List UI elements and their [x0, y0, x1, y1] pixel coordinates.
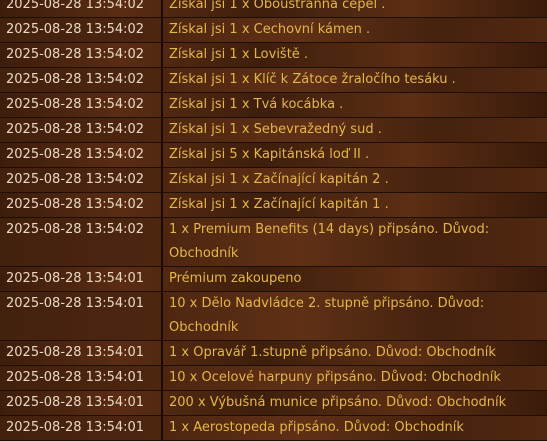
log-row-time: 2025-08-28 13:54:01 — [0, 267, 163, 291]
log-row-message: 10 x Ocelové harpuny připsáno. Důvod: Ob… — [169, 370, 501, 385]
log-row-time: 2025-08-28 13:54:01 — [0, 366, 163, 390]
log-row-message-line: 1 x Premium Benefits (14 days) připsáno.… — [169, 222, 490, 237]
log-row-time: 2025-08-28 13:54:02 — [0, 143, 163, 167]
log-row: 2025-08-28 13:54:02 Získal jsi 1 x Loviš… — [0, 43, 547, 68]
log-row-message: Získal jsi 1 x Sebevražedný sud . — [169, 122, 382, 137]
log-row-message: 10 x Dělo Nadvládce 2. stupně připsáno. … — [163, 292, 547, 340]
log-row: 2025-08-28 13:54:02 Získal jsi 1 x Tvá k… — [0, 93, 547, 118]
log-row: 2025-08-28 13:54:02 Získal jsi 1 x Klíč … — [0, 68, 547, 93]
log-row-message: Získal jsi 1 x Klíč k Zátoce žraločího t… — [169, 72, 456, 87]
log-row-time: 2025-08-28 13:54:02 — [0, 43, 163, 67]
log-row-message-line: Obchodník — [169, 246, 239, 261]
log-row-message: Získal jsi 1 x Začínající kapitán 2 . — [169, 172, 389, 187]
log-row: 2025-08-28 13:54:02 1 x Premium Benefits… — [0, 218, 547, 267]
log-row-time: 2025-08-28 13:54:02 — [0, 68, 163, 92]
log-row-message-line: Obchodník — [169, 320, 239, 335]
log-row: 2025-08-28 13:54:02 Získal jsi 1 x Cecho… — [0, 18, 547, 43]
log-row: 2025-08-28 13:54:02 Získal jsi 1 x Sebev… — [0, 118, 547, 143]
log-row: 2025-08-28 13:54:02 Získal jsi 1 x Začín… — [0, 193, 547, 218]
log-row-time: 2025-08-28 13:54:02 — [0, 0, 163, 17]
log-row-message-line: 10 x Dělo Nadvládce 2. stupně připsáno. … — [169, 296, 485, 311]
log-row-time: 2025-08-28 13:54:02 — [0, 118, 163, 142]
activity-log-table: 2025-08-28 13:54:02 Získal jsi 1 x Obous… — [0, 0, 547, 441]
log-row-time: 2025-08-28 13:54:01 — [0, 341, 163, 365]
log-row: 2025-08-28 13:54:01 1 x Opravář 1.stupně… — [0, 341, 547, 366]
log-row-message: 1 x Premium Benefits (14 days) připsáno.… — [163, 218, 547, 266]
log-row-time: 2025-08-28 13:54:01 — [0, 416, 163, 440]
log-row-message: 200 x Výbušná munice připsáno. Důvod: Ob… — [169, 395, 507, 410]
log-row: 2025-08-28 13:54:01 10 x Ocelové harpuny… — [0, 366, 547, 391]
log-row: 2025-08-28 13:54:02 Získal jsi 5 x Kapit… — [0, 143, 547, 168]
log-row-message: Získal jsi 1 x Začínající kapitán 1 . — [169, 197, 389, 212]
log-row: 2025-08-28 13:54:01 1 x Aerostopeda přip… — [0, 416, 547, 441]
log-row-message: 1 x Aerostopeda připsáno. Důvod: Obchodn… — [169, 420, 464, 435]
log-row-message: Získal jsi 1 x Loviště . — [169, 47, 309, 62]
log-row-message: Získal jsi 1 x Oboustranná čepel . — [169, 0, 386, 12]
log-row-message: Získal jsi 1 x Tvá kocábka . — [169, 97, 344, 112]
log-row-time: 2025-08-28 13:54:01 — [0, 292, 163, 340]
log-row: 2025-08-28 13:54:01 200 x Výbušná munice… — [0, 391, 547, 416]
log-row-time: 2025-08-28 13:54:02 — [0, 218, 163, 266]
log-row: 2025-08-28 13:54:01 10 x Dělo Nadvládce … — [0, 292, 547, 341]
log-row-time: 2025-08-28 13:54:02 — [0, 168, 163, 192]
log-row-time: 2025-08-28 13:54:02 — [0, 93, 163, 117]
log-row-time: 2025-08-28 13:54:02 — [0, 18, 163, 42]
log-row-message: Prémium zakoupeno — [169, 271, 302, 286]
log-row: 2025-08-28 13:54:01 Prémium zakoupeno — [0, 267, 547, 292]
log-row-message: Získal jsi 1 x Cechovní kámen . — [169, 22, 371, 37]
log-row-time: 2025-08-28 13:54:01 — [0, 391, 163, 415]
log-row: 2025-08-28 13:54:02 Získal jsi 1 x Obous… — [0, 0, 547, 18]
log-row: 2025-08-28 13:54:02 Získal jsi 1 x Začín… — [0, 168, 547, 193]
log-row-time: 2025-08-28 13:54:02 — [0, 193, 163, 217]
log-row-message: Získal jsi 5 x Kapitánská loď II . — [169, 147, 370, 162]
log-row-message: 1 x Opravář 1.stupně připsáno. Důvod: Ob… — [169, 345, 496, 360]
